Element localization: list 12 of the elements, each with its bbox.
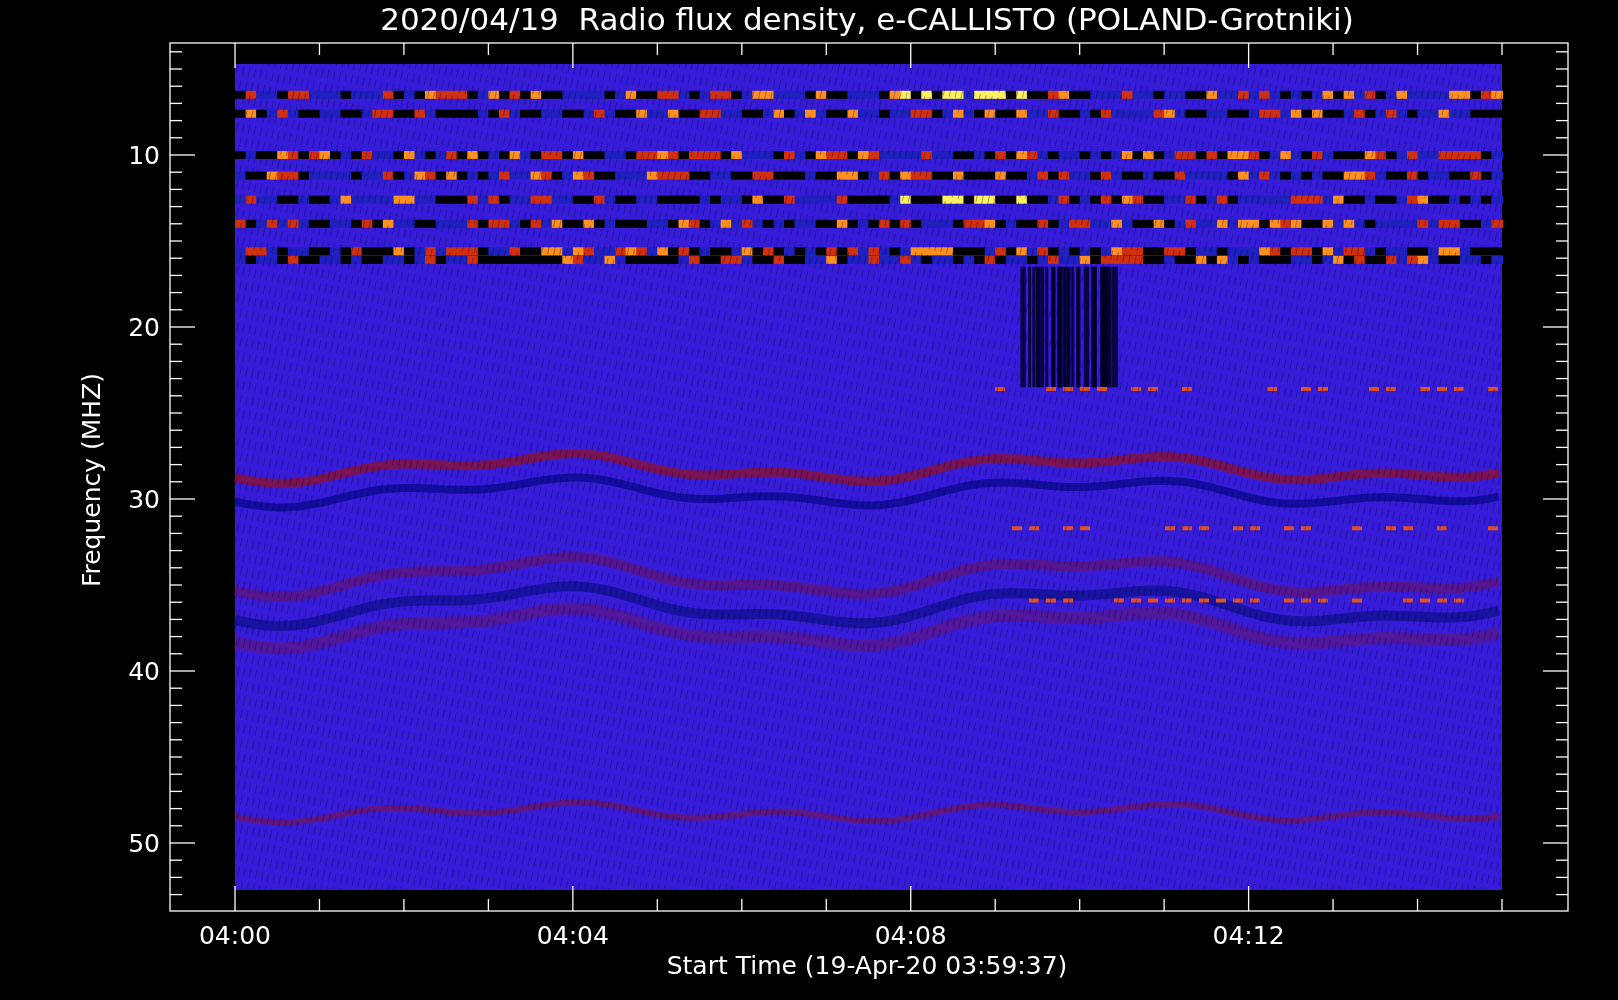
x-tick-label: 04:00 bbox=[199, 921, 271, 950]
y-tick-label: 40 bbox=[128, 657, 160, 686]
x-tick-label: 04:04 bbox=[536, 921, 609, 950]
plot-title: 2020/04/19 Radio flux density, e-CALLISTO (POLAND-Grotniki) bbox=[380, 1, 1354, 37]
y-tick-label: 30 bbox=[128, 485, 160, 514]
y-tick-label: 10 bbox=[128, 141, 160, 170]
x-tick-label: 04:08 bbox=[874, 921, 947, 950]
y-axis-label: Frequency (MHZ) bbox=[77, 372, 106, 588]
x-tick-label: 04:12 bbox=[1212, 921, 1285, 950]
y-tick-label: 20 bbox=[128, 313, 160, 342]
x-axis-label: Start Time (19-Apr-20 03:59:37) bbox=[666, 951, 1068, 980]
y-tick-label: 50 bbox=[128, 829, 160, 858]
